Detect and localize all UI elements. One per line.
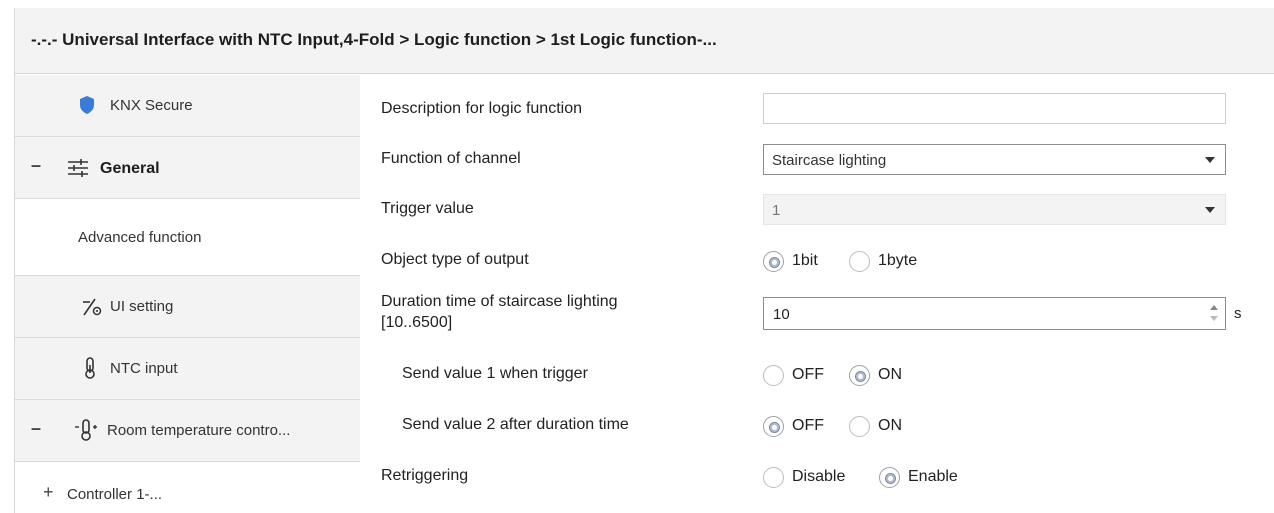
radio-circle: [763, 251, 784, 272]
radio-1bit[interactable]: 1bit: [763, 249, 843, 275]
radio-circle: [763, 365, 784, 386]
sidebar-item-label: Room temperature contro...: [107, 422, 291, 439]
sidebar-item-label: NTC input: [110, 360, 178, 377]
radio-off[interactable]: OFF: [763, 363, 843, 389]
duration-unit: s: [1234, 305, 1242, 322]
duration-range-label: [10..6500]: [381, 314, 453, 331]
radio-label: OFF: [792, 366, 824, 383]
sidebar-item-controller-1[interactable]: + Controller 1-...: [15, 462, 360, 513]
sidebar-item-label: KNX Secure: [110, 97, 193, 114]
send-value-1-radio-group: OFF ON: [763, 363, 963, 389]
radio-on[interactable]: ON: [849, 363, 929, 389]
collapse-toggle[interactable]: –: [31, 418, 41, 439]
arrow-up-icon[interactable]: [1210, 305, 1218, 310]
sidebar: KNX Secure – General Advanced function U…: [15, 75, 360, 513]
send-value-1-label: Send value 1 when trigger: [402, 365, 588, 382]
send-value-2-label: Send value 2 after duration time: [402, 416, 629, 433]
trigger-value-select[interactable]: 1: [763, 194, 1226, 225]
radio-label: Disable: [792, 468, 846, 485]
sidebar-item-label: UI setting: [110, 298, 174, 315]
object-type-label: Object type of output: [381, 251, 529, 268]
radio-disable[interactable]: Disable: [763, 465, 873, 491]
radio-1byte[interactable]: 1byte: [849, 249, 949, 275]
radio-label: OFF: [792, 417, 824, 434]
breadcrumb-header: -.-.- Universal Interface with NTC Input…: [15, 8, 1274, 74]
spin-value: 10: [773, 306, 790, 323]
sidebar-item-ui-setting[interactable]: UI setting: [15, 276, 360, 338]
retriggering-radio-group: Disable Enable: [763, 465, 1003, 491]
radio-label: ON: [878, 417, 902, 434]
shield-icon: [78, 95, 98, 115]
radio-circle: [763, 416, 784, 437]
radio-circle: [763, 467, 784, 488]
sidebar-item-label: Controller 1-...: [67, 486, 163, 503]
ui-setting-icon: [81, 297, 102, 317]
radio-circle: [879, 467, 900, 488]
radio-label: 1bit: [792, 252, 818, 269]
thermometer-icon: [83, 357, 103, 379]
breadcrumb: -.-.- Universal Interface with NTC Input…: [31, 30, 717, 49]
sliders-icon: [67, 158, 88, 178]
select-value: 1: [772, 202, 781, 219]
send-value-2-radio-group: OFF ON: [763, 414, 963, 440]
radio-enable[interactable]: Enable: [879, 465, 989, 491]
description-input[interactable]: [763, 93, 1226, 124]
duration-spinbox[interactable]: 10: [763, 297, 1226, 330]
parameter-panel: Description for logic function Function …: [361, 75, 1274, 513]
spin-arrows[interactable]: [1209, 303, 1219, 325]
expand-toggle[interactable]: +: [43, 482, 54, 503]
radio-label: ON: [878, 366, 902, 383]
select-value: Staircase lighting: [772, 152, 887, 169]
chevron-down-icon: [1205, 207, 1215, 213]
sidebar-item-general[interactable]: – General: [15, 137, 360, 199]
radio-label: 1byte: [878, 252, 918, 269]
radio-off[interactable]: OFF: [763, 414, 843, 440]
duration-label: Duration time of staircase lighting: [381, 293, 618, 310]
sidebar-item-knx-secure[interactable]: KNX Secure: [15, 75, 360, 137]
radio-label: Enable: [908, 468, 958, 485]
sidebar-item-room-temperature-control[interactable]: – Room temperature contro...: [15, 400, 360, 462]
collapse-toggle[interactable]: –: [31, 155, 41, 176]
radio-circle: [849, 251, 870, 272]
description-label: Description for logic function: [381, 100, 582, 117]
radio-on[interactable]: ON: [849, 414, 929, 440]
sidebar-item-label: Advanced function: [78, 229, 202, 246]
sidebar-item-ntc-input[interactable]: NTC input: [15, 338, 360, 400]
radio-circle: [849, 416, 870, 437]
function-of-channel-select[interactable]: Staircase lighting: [763, 144, 1226, 175]
sidebar-item-label: General: [100, 160, 160, 177]
room-thermometer-icon: [74, 419, 97, 441]
chevron-down-icon: [1205, 157, 1215, 163]
retriggering-label: Retriggering: [381, 467, 469, 484]
app-window: -.-.- Universal Interface with NTC Input…: [14, 8, 1274, 513]
sidebar-item-advanced-function[interactable]: Advanced function: [15, 199, 360, 276]
trigger-value-label: Trigger value: [381, 200, 474, 217]
radio-circle: [849, 365, 870, 386]
object-type-radio-group: 1bit 1byte: [763, 249, 963, 275]
function-of-channel-label: Function of channel: [381, 150, 521, 167]
arrow-down-icon[interactable]: [1210, 316, 1218, 321]
